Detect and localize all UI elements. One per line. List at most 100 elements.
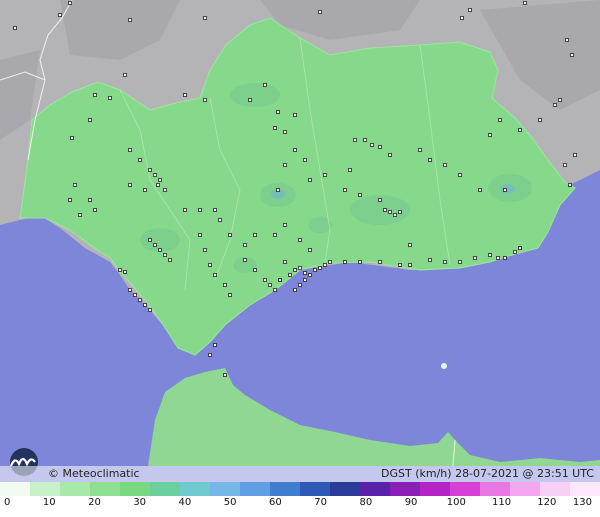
station-marker: [153, 173, 157, 177]
station-marker: [183, 93, 187, 97]
station-marker: [128, 288, 132, 292]
station-marker: [243, 258, 247, 262]
station-marker: [343, 260, 347, 264]
scale-tick-label: 100: [446, 497, 466, 508]
scale-swatch: [240, 482, 271, 496]
station-marker: [228, 233, 232, 237]
scale-swatch: [480, 482, 511, 496]
station-marker: [68, 1, 72, 5]
station-marker: [208, 263, 212, 267]
station-marker: [213, 343, 217, 347]
station-marker: [478, 188, 482, 192]
station-marker: [378, 198, 382, 202]
scale-tick-label: 70: [314, 497, 327, 508]
station-marker: [158, 248, 162, 252]
station-marker: [248, 98, 252, 102]
station-marker: [243, 243, 247, 247]
station-marker: [308, 273, 312, 277]
station-marker: [318, 10, 322, 14]
station-marker: [278, 278, 282, 282]
station-marker: [496, 256, 500, 260]
station-marker: [293, 268, 297, 272]
station-marker: [213, 273, 217, 277]
station-marker: [503, 256, 507, 260]
station-marker: [458, 173, 462, 177]
station-marker: [138, 298, 142, 302]
station-marker: [253, 268, 257, 272]
station-marker: [488, 253, 492, 257]
scale-tick-label: 120: [537, 497, 557, 508]
scale-swatch: [60, 482, 91, 496]
station-marker: [443, 163, 447, 167]
station-marker: [153, 243, 157, 247]
station-marker: [143, 188, 147, 192]
station-marker: [273, 233, 277, 237]
station-marker: [183, 208, 187, 212]
station-marker: [73, 183, 77, 187]
station-marker: [276, 188, 280, 192]
station-marker: [458, 260, 462, 264]
station-marker: [428, 258, 432, 262]
station-marker: [498, 118, 502, 122]
station-marker: [163, 253, 167, 257]
info-bar: © Meteoclimatic DGST (km/h) 28-07-2021 @…: [0, 466, 600, 482]
station-marker: [58, 13, 62, 17]
scale-swatch: [210, 482, 241, 496]
station-marker: [263, 83, 267, 87]
weather-map: © Meteoclimatic DGST (km/h) 28-07-2021 @…: [0, 0, 600, 517]
station-marker: [408, 263, 412, 267]
station-marker: [293, 148, 297, 152]
station-marker: [283, 260, 287, 264]
station-marker: [88, 118, 92, 122]
station-marker: [70, 136, 74, 140]
station-marker: [328, 260, 332, 264]
station-marker: [133, 293, 137, 297]
scale-swatch: [300, 482, 331, 496]
station-marker: [313, 268, 317, 272]
station-marker: [273, 288, 277, 292]
station-marker: [303, 278, 307, 282]
station-marker: [383, 208, 387, 212]
station-marker: [93, 208, 97, 212]
station-marker: [343, 188, 347, 192]
station-marker: [318, 266, 322, 270]
station-marker: [473, 256, 477, 260]
station-marker: [443, 260, 447, 264]
station-marker: [158, 178, 162, 182]
scale-swatch: [360, 482, 391, 496]
station-marker: [393, 213, 397, 217]
station-marker: [523, 1, 527, 5]
scale-tick-label: 20: [88, 497, 101, 508]
station-marker: [213, 208, 217, 212]
station-marker: [348, 168, 352, 172]
station-marker: [568, 183, 572, 187]
station-marker: [283, 223, 287, 227]
station-marker: [148, 168, 152, 172]
station-marker: [573, 153, 577, 157]
scale-tick-label: 60: [269, 497, 282, 508]
scale-swatch: [270, 482, 301, 496]
station-marker: [118, 268, 122, 272]
scale-swatch: [150, 482, 181, 496]
station-marker: [370, 143, 374, 147]
station-marker: [283, 163, 287, 167]
station-marker: [128, 183, 132, 187]
station-marker: [468, 8, 472, 12]
color-scale-ticks: 0 10 20 30 40 50 60 70 80 90 100 110 120 130: [0, 497, 600, 513]
station-marker: [163, 188, 167, 192]
station-marker: [570, 53, 574, 57]
station-marker: [460, 16, 464, 20]
station-marker: [203, 16, 207, 20]
station-marker: [228, 293, 232, 297]
station-marker: [378, 145, 382, 149]
scale-tick-label: 110: [491, 497, 512, 508]
station-marker: [378, 260, 382, 264]
station-marker: [198, 208, 202, 212]
alboran-islet: [441, 363, 447, 369]
station-marker: [308, 248, 312, 252]
color-scale: 0 10 20 30 40 50 60 70 80 90 100 110 120 130: [0, 482, 600, 517]
station-marker: [128, 18, 132, 22]
station-marker: [143, 303, 147, 307]
station-marker: [273, 126, 277, 130]
attribution-text: © Meteoclimatic: [48, 467, 140, 480]
